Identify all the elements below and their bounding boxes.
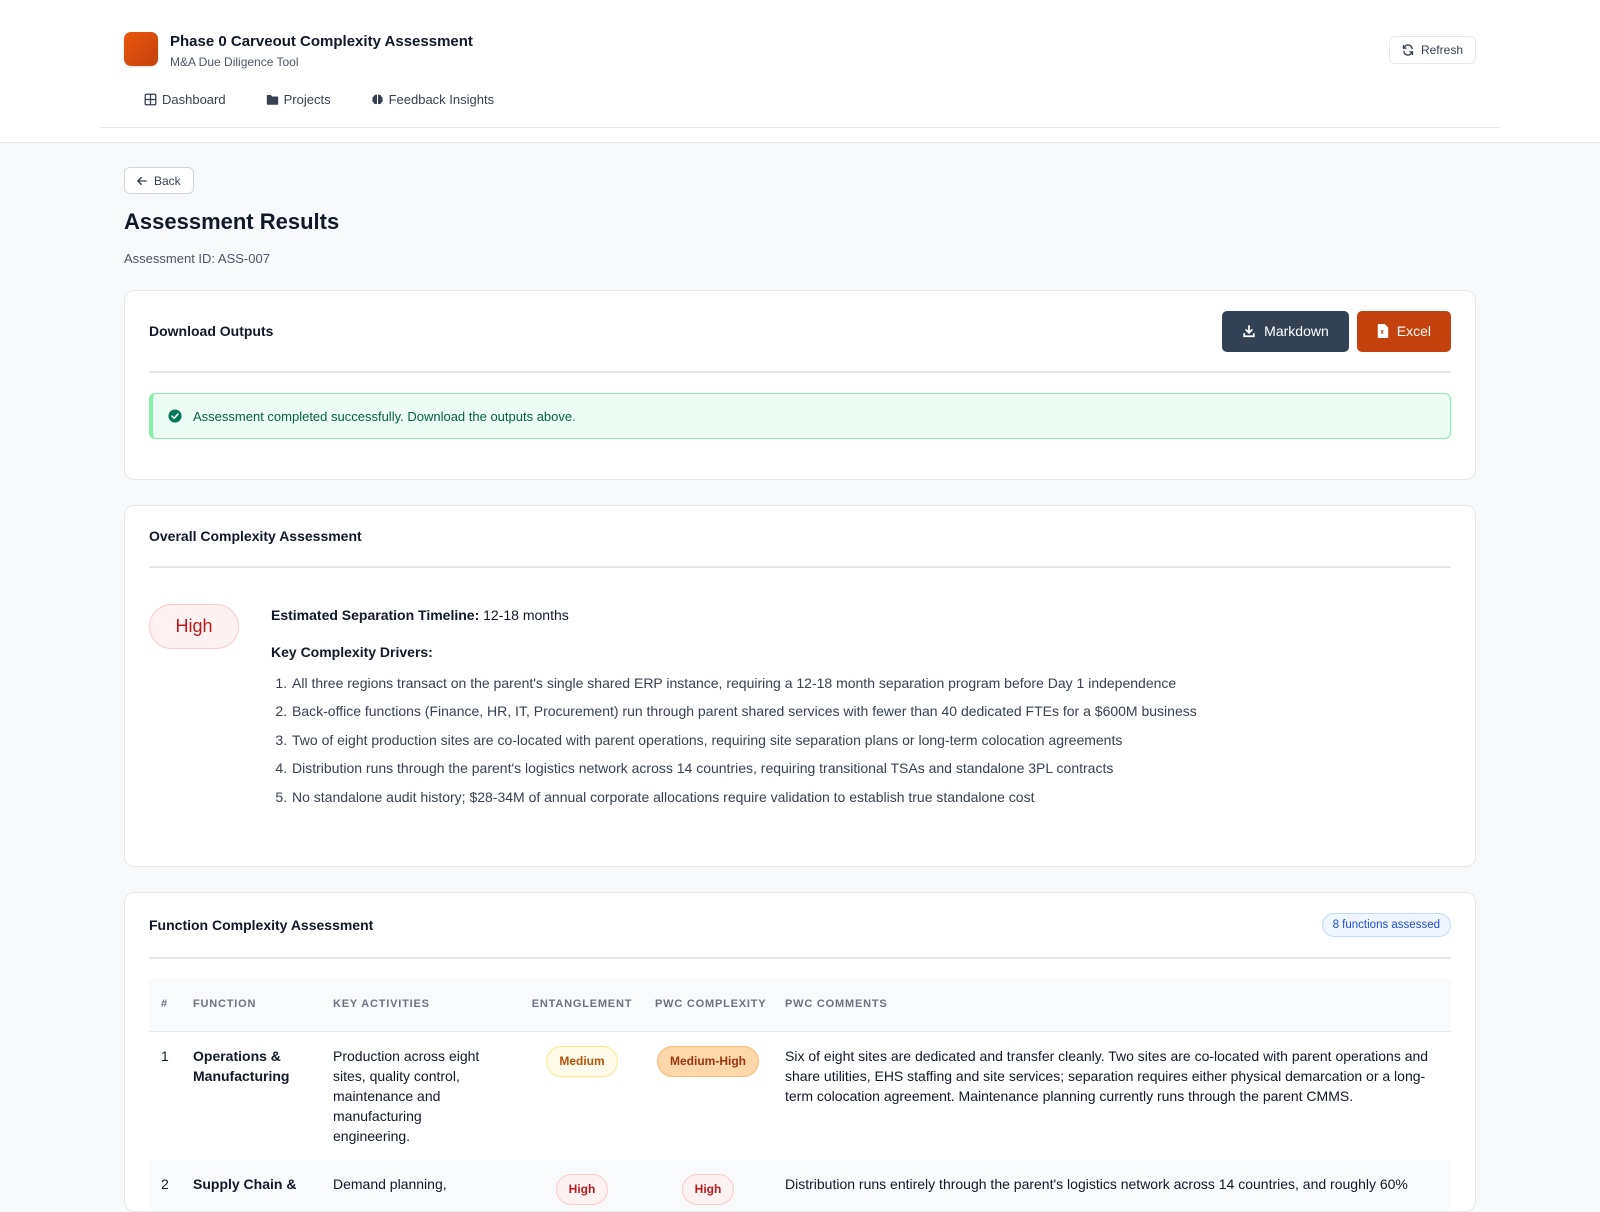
refresh-icon [1402,44,1414,56]
header-inner: Phase 0 Carveout Complexity Assessment M… [100,0,1500,142]
col-pwc-complexity: PWC COMPLEXITY [643,979,773,1031]
check-circle-icon [168,409,182,423]
back-label: Back [154,174,181,188]
col-pwc-comments: PWC COMMENTS [773,979,1451,1031]
arrow-left-icon [136,175,148,187]
drivers-list: All three regions transact on the parent… [271,673,1197,807]
table-row[interactable]: 2 Supply Chain & Demand planning, High H… [149,1160,1451,1212]
main-nav: Dashboard Projects Feedback Insights [124,88,514,111]
refresh-button[interactable]: Refresh [1389,36,1476,64]
overall-complexity-card: Overall Complexity Assessment High Estim… [124,505,1476,867]
row-complexity: Medium-High [643,1031,773,1160]
download-outputs-card: Download Outputs Markdown Excel Assessme… [124,290,1476,480]
complexity-badge: Medium-High [657,1046,759,1077]
nav-feedback-insights[interactable]: Feedback Insights [351,88,515,111]
drivers-label: Key Complexity Drivers: [271,644,1197,660]
function-card-header: Function Complexity Assessment 8 functio… [149,893,1451,959]
row-function: Operations & Manufacturing [181,1031,321,1160]
driver-item: No standalone audit history; $28-34M of … [291,787,1197,807]
overall-body: High Estimated Separation Timeline: 12-1… [149,568,1451,815]
download-icon [1242,324,1256,338]
app-title: Phase 0 Carveout Complexity Assessment [170,33,473,50]
row-entanglement: High [521,1160,643,1212]
success-alert: Assessment completed successfully. Downl… [149,393,1451,439]
entanglement-badge: Medium [546,1046,617,1077]
col-entanglement: ENTANGLEMENT [521,979,643,1031]
download-card-title: Download Outputs [149,323,273,339]
app-subtitle: M&A Due Diligence Tool [170,55,473,69]
row-entanglement: Medium [521,1031,643,1160]
col-function: FUNCTION [181,979,321,1031]
driver-item: Distribution runs through the parent's l… [291,758,1197,778]
table-header-row: # FUNCTION KEY ACTIVITIES ENTANGLEMENT P… [149,979,1451,1031]
nav-projects-label: Projects [284,92,331,107]
brand-text: Phase 0 Carveout Complexity Assessment M… [170,32,473,69]
assessment-id: Assessment ID: ASS-007 [124,251,1476,266]
brand: Phase 0 Carveout Complexity Assessment M… [124,32,473,69]
refresh-label: Refresh [1421,43,1463,57]
row-num: 1 [149,1031,181,1160]
download-markdown-button[interactable]: Markdown [1222,311,1349,352]
overall-details: Estimated Separation Timeline: 12-18 mon… [271,603,1197,815]
row-num: 2 [149,1160,181,1212]
nav-feedback-label: Feedback Insights [389,92,495,107]
main-content: Back Assessment Results Assessment ID: A… [124,167,1476,1212]
col-activities: KEY ACTIVITIES [321,979,521,1031]
back-button[interactable]: Back [124,167,194,194]
page-title: Assessment Results [124,209,1476,235]
col-num: # [149,979,181,1031]
separation-timeline: Estimated Separation Timeline: 12-18 mon… [271,607,1197,623]
function-card-title: Function Complexity Assessment [149,917,373,933]
download-buttons: Markdown Excel [1222,311,1451,352]
overall-card-header: Overall Complexity Assessment [149,506,1451,568]
timeline-label: Estimated Separation Timeline: [271,607,479,623]
driver-item: All three regions transact on the parent… [291,673,1197,693]
row-complexity: High [643,1160,773,1212]
nav-dashboard[interactable]: Dashboard [124,88,246,111]
download-card-header: Download Outputs Markdown Excel [149,291,1451,373]
driver-item: Two of eight production sites are co-loc… [291,730,1197,750]
brain-icon [371,93,384,106]
function-complexity-card: Function Complexity Assessment 8 functio… [124,892,1476,1212]
app-header: Phase 0 Carveout Complexity Assessment M… [0,0,1600,143]
app-logo [124,32,158,66]
nav-projects[interactable]: Projects [246,88,351,111]
row-function: Supply Chain & [181,1160,321,1212]
success-message: Assessment completed successfully. Downl… [193,409,576,424]
folder-icon [266,93,279,106]
row-comments: Six of eight sites are dedicated and tra… [773,1031,1451,1160]
function-table: # FUNCTION KEY ACTIVITIES ENTANGLEMENT P… [149,979,1451,1212]
functions-count-badge: 8 functions assessed [1322,913,1451,937]
driver-item: Back-office functions (Finance, HR, IT, … [291,701,1197,721]
download-excel-button[interactable]: Excel [1357,311,1451,352]
markdown-label: Markdown [1264,323,1329,339]
excel-file-icon [1377,324,1389,338]
grid-icon [144,93,157,106]
overall-card-title: Overall Complexity Assessment [149,528,362,544]
table-row[interactable]: 1 Operations & Manufacturing Production … [149,1031,1451,1160]
nav-divider [100,127,1500,128]
excel-label: Excel [1397,323,1431,339]
complexity-level-badge: High [149,604,239,649]
nav-dashboard-label: Dashboard [162,92,226,107]
row-comments: Distribution runs entirely through the p… [773,1160,1451,1212]
row-activities: Demand planning, [321,1160,521,1212]
timeline-value: 12-18 months [483,607,569,623]
row-activities: Production across eight sites, quality c… [321,1031,521,1160]
